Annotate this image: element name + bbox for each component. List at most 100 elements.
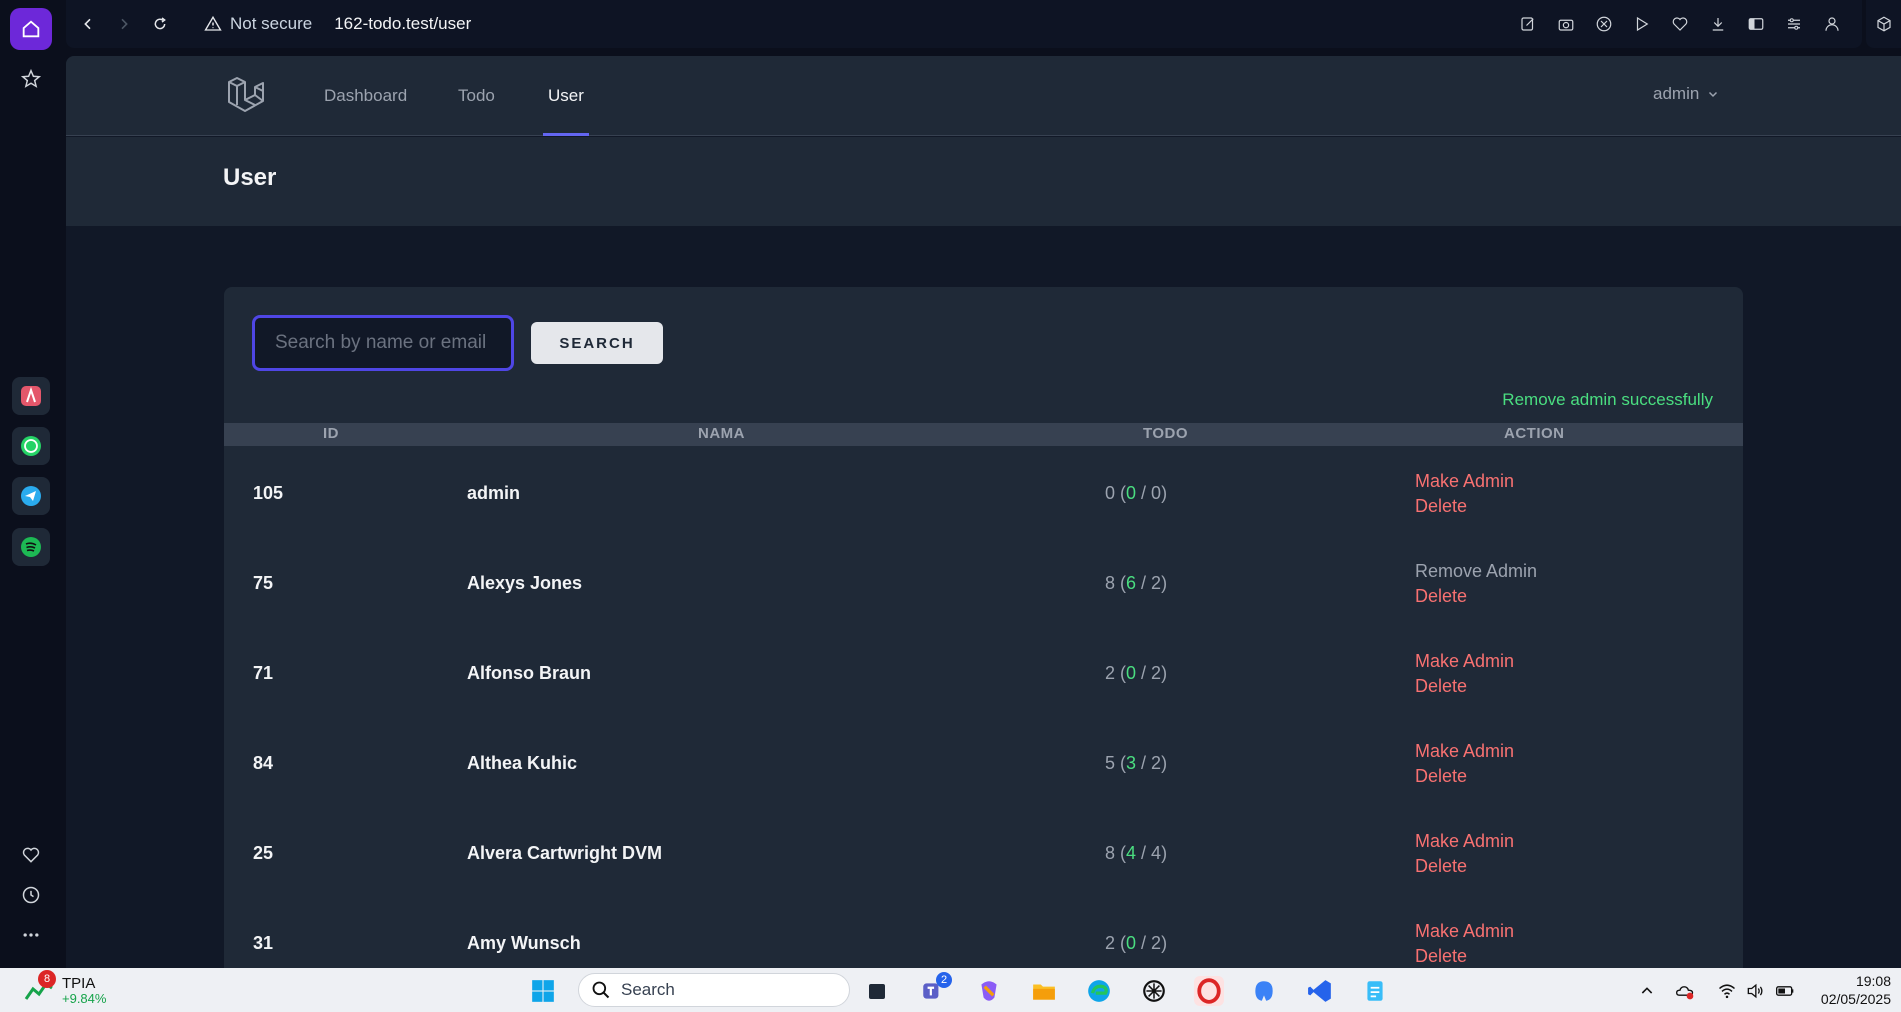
make-admin-link[interactable]: Make Admin xyxy=(1415,831,1514,852)
delete-link[interactable]: Delete xyxy=(1415,766,1467,787)
stock-name: TPIA xyxy=(62,975,96,992)
cell-name: admin xyxy=(467,483,521,503)
camera-icon[interactable] xyxy=(1554,12,1578,36)
cell-todo: 0 (0 / 0) xyxy=(1105,483,1168,503)
spotify-icon[interactable] xyxy=(12,528,50,566)
whatsapp-icon[interactable] xyxy=(12,427,50,465)
header-id: ID xyxy=(323,425,339,442)
more-icon[interactable] xyxy=(10,919,52,951)
extensions-icon[interactable] xyxy=(1866,0,1901,48)
aria-icon[interactable] xyxy=(12,377,50,415)
star-icon[interactable] xyxy=(10,58,52,100)
cell-id: 105 xyxy=(253,483,284,503)
history-icon[interactable] xyxy=(10,879,52,911)
favorites-icon[interactable] xyxy=(1668,12,1692,36)
cell-todo: 5 (3 / 2) xyxy=(1105,753,1168,773)
top-navigation: Dashboard Todo User admin xyxy=(66,56,1901,136)
user-table-card: SEARCH Remove admin successfully ID NAMA… xyxy=(224,287,1743,968)
header-nama: NAMA xyxy=(698,425,745,442)
task-view-icon[interactable] xyxy=(862,976,892,1006)
todo-done: 3 xyxy=(1126,753,1137,773)
cell-name: Althea Kuhic xyxy=(467,753,578,773)
stock-badge: 8 xyxy=(38,970,56,988)
delete-link[interactable]: Delete xyxy=(1415,496,1467,517)
windows-start-icon[interactable] xyxy=(528,976,558,1006)
todo-done: 0 xyxy=(1126,933,1137,953)
file-explorer-icon[interactable] xyxy=(1029,976,1059,1006)
taskbar-search[interactable]: Search xyxy=(578,973,850,1007)
user-menu-label: admin xyxy=(1653,84,1700,103)
adblock-icon[interactable] xyxy=(1592,12,1616,36)
nav-user[interactable]: User xyxy=(548,86,584,106)
onedrive-icon[interactable] xyxy=(1674,980,1696,1002)
security-label: Not secure xyxy=(230,14,313,33)
taskbar: 8 TPIA +9.84% Search 2 19:08 02/05/2025 xyxy=(0,968,1901,1012)
todo-total: 2 xyxy=(1105,663,1116,683)
browser-toolbar: Not secure 162-todo.test/user xyxy=(66,0,1862,48)
edge-icon[interactable] xyxy=(1084,976,1114,1006)
heart-icon[interactable] xyxy=(10,839,52,871)
tableplus-icon[interactable] xyxy=(1249,976,1279,1006)
battery-icon[interactable] xyxy=(1774,980,1796,1002)
opera-sidebar xyxy=(0,0,62,968)
table-header: ID NAMA TODO ACTION xyxy=(224,423,1743,446)
chatgpt-icon[interactable] xyxy=(1139,976,1169,1006)
nav-dashboard[interactable]: Dashboard xyxy=(324,86,407,106)
delete-link[interactable]: Delete xyxy=(1415,946,1467,967)
vscode-icon[interactable] xyxy=(1305,976,1335,1006)
table-row: 25 Alvera Cartwright DVM 8 (4 / 4) Make … xyxy=(224,806,1743,896)
download-icon[interactable] xyxy=(1706,12,1730,36)
page-viewport: Dashboard Todo User admin User SEARCH Re… xyxy=(66,56,1901,968)
delete-link[interactable]: Delete xyxy=(1415,676,1467,697)
user-menu[interactable]: admin xyxy=(1653,84,1719,104)
table-row: 71 Alfonso Braun 2 (0 / 2) Make Admin De… xyxy=(224,626,1743,716)
table-row: 75 Alexys Jones 8 (6 / 2) Remove Admin D… xyxy=(224,536,1743,626)
todo-total: 8 xyxy=(1105,843,1116,863)
todo-total: 8 xyxy=(1105,573,1116,593)
make-admin-link[interactable]: Make Admin xyxy=(1415,651,1514,672)
remove-admin-link[interactable]: Remove Admin xyxy=(1415,561,1537,582)
todo-done: 0 xyxy=(1126,663,1137,683)
make-admin-link[interactable]: Make Admin xyxy=(1415,471,1514,492)
laravel-logo-icon[interactable] xyxy=(225,74,267,116)
active-tab-indicator xyxy=(543,133,589,136)
back-icon[interactable] xyxy=(76,12,100,36)
todo-total: 0 xyxy=(1105,483,1116,503)
todo-pending: 0 xyxy=(1151,483,1162,503)
make-admin-link[interactable]: Make Admin xyxy=(1415,921,1514,942)
address-bar[interactable]: Not secure 162-todo.test/user xyxy=(204,12,471,36)
system-clock[interactable]: 19:08 02/05/2025 xyxy=(1821,972,1891,1008)
teams-icon[interactable]: 2 xyxy=(918,972,952,1006)
cell-todo: 8 (6 / 2) xyxy=(1105,573,1168,593)
search-icon xyxy=(591,980,611,1000)
search-button[interactable]: SEARCH xyxy=(531,322,663,364)
edit-icon[interactable] xyxy=(1516,12,1540,36)
make-admin-link[interactable]: Make Admin xyxy=(1415,741,1514,762)
stock-widget[interactable]: 8 TPIA +9.84% xyxy=(24,970,107,1006)
reload-icon[interactable] xyxy=(148,12,172,36)
url-text[interactable]: 162-todo.test/user xyxy=(334,14,471,34)
cell-todo: 8 (4 / 4) xyxy=(1105,843,1168,863)
cell-id: 71 xyxy=(253,663,274,683)
table-row: 31 Amy Wunsch 2 (0 / 2) Make Admin Delet… xyxy=(224,896,1743,968)
forward-icon[interactable] xyxy=(112,12,136,36)
stock-change: +9.84% xyxy=(62,991,107,1006)
volume-icon[interactable] xyxy=(1744,980,1766,1002)
todo-total: 5 xyxy=(1105,753,1116,773)
sidebar-toggle-icon[interactable] xyxy=(1744,12,1768,36)
profile-icon[interactable] xyxy=(1820,12,1844,36)
search-input[interactable] xyxy=(252,315,514,371)
telegram-icon[interactable] xyxy=(12,477,50,515)
nav-todo[interactable]: Todo xyxy=(458,86,495,106)
cell-name: Alfonso Braun xyxy=(467,663,591,683)
wifi-icon[interactable] xyxy=(1716,980,1738,1002)
notepad-icon[interactable] xyxy=(1360,976,1390,1006)
delete-link[interactable]: Delete xyxy=(1415,586,1467,607)
opera-icon[interactable] xyxy=(1194,976,1224,1006)
home-icon[interactable] xyxy=(10,8,52,50)
delete-link[interactable]: Delete xyxy=(1415,856,1467,877)
easy-setup-icon[interactable] xyxy=(1782,12,1806,36)
copilot-icon[interactable] xyxy=(974,976,1004,1006)
player-icon[interactable] xyxy=(1630,12,1654,36)
chevron-up-icon[interactable] xyxy=(1636,980,1658,1002)
